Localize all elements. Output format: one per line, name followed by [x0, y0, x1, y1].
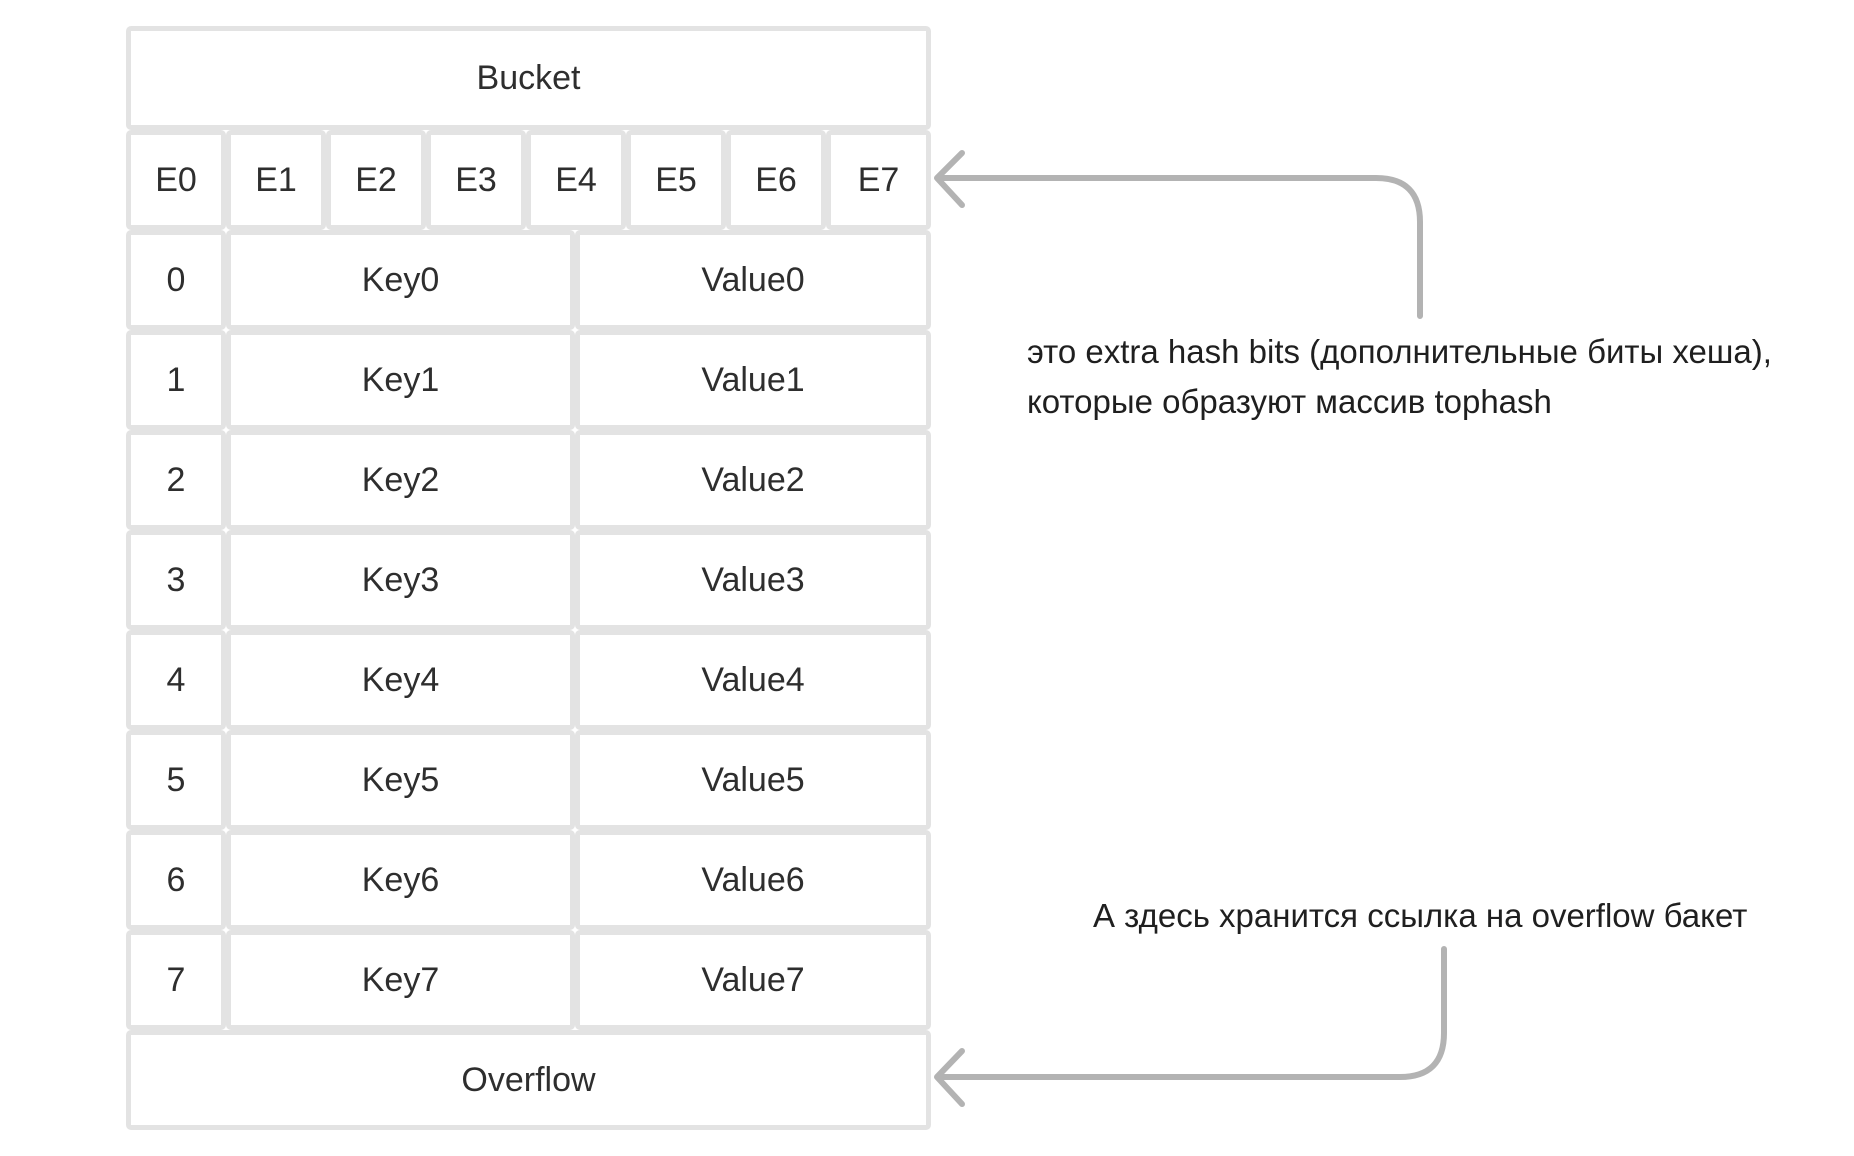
tophash-arrow [937, 175, 1423, 319]
tophash-annotation-line2: которые образуют массив tophash [1027, 383, 1552, 420]
bucket-diagram: Bucket E0 E1 E2 E3 E4 E5 E6 E7 0 Key0 Va… [0, 0, 1854, 1156]
arrows-layer [934, 150, 1447, 1107]
overflow-arrow [937, 946, 1447, 1080]
tophash-annotation-line1: это extra hash bits (дополнительные биты… [1027, 333, 1772, 370]
tophash-annotation: это extra hash bits (дополнительные биты… [1027, 327, 1772, 427]
overflow-annotation: А здесь хранится ссылка на overflow баке… [1093, 897, 1748, 934]
